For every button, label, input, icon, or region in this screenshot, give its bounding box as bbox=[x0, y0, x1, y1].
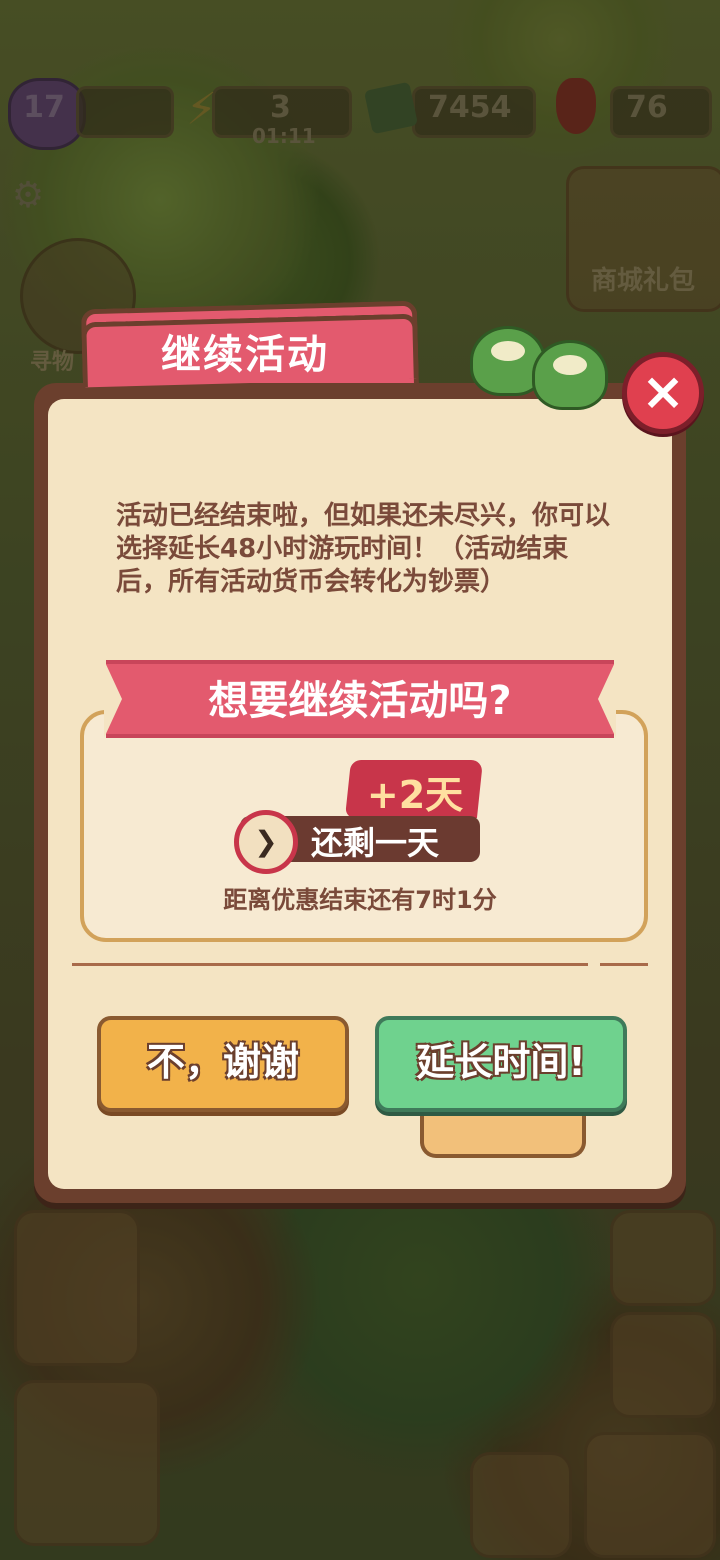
extend-button-base bbox=[420, 1104, 586, 1158]
promo-countdown: 距离优惠结束还有7时1分 bbox=[223, 886, 497, 914]
close-icon[interactable]: × bbox=[622, 352, 704, 434]
remaining-text: 还剩一天 bbox=[310, 824, 439, 862]
modal-title-front: 继续活动 bbox=[161, 332, 329, 378]
divider-line-end bbox=[600, 963, 648, 966]
decline-button[interactable]: 不，谢谢 bbox=[97, 1016, 349, 1112]
timer-icon: ❯ bbox=[234, 810, 298, 874]
zongzi-mascot-right bbox=[532, 340, 608, 410]
bonus-text: +2天 bbox=[366, 773, 464, 817]
question-text: 想要继续活动吗? bbox=[208, 678, 512, 724]
divider-line bbox=[72, 963, 588, 966]
extend-time-button[interactable]: 延长时间! bbox=[375, 1016, 627, 1112]
event-description: 活动已经结束啦，但如果还未尽兴，你可以选择延长48小时游玩时间！（活动结束后，所… bbox=[116, 501, 611, 597]
